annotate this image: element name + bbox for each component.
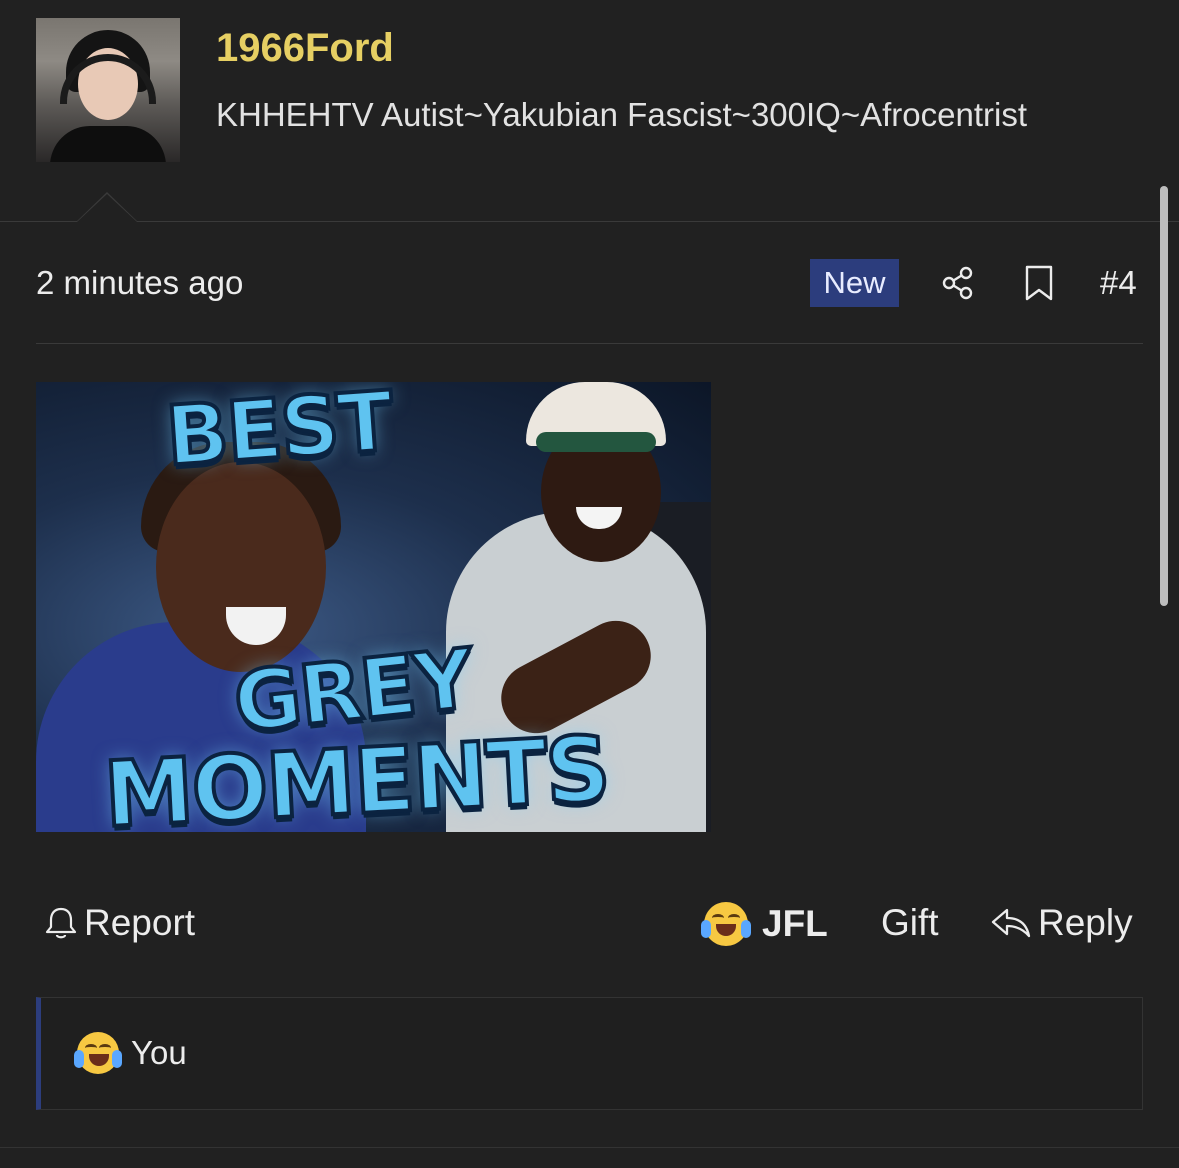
reactions-box: You	[36, 997, 1143, 1110]
reply-label: Reply	[1038, 902, 1133, 943]
reaction-item[interactable]: You	[74, 1032, 187, 1074]
post-bottom-divider	[0, 1147, 1179, 1148]
gift-button[interactable]: Gift	[881, 902, 939, 944]
user-avatar[interactable]	[36, 18, 180, 162]
post-number[interactable]: #4	[1100, 264, 1137, 302]
share-icon	[942, 266, 973, 300]
username[interactable]: 1966Ford	[216, 26, 394, 71]
image-text-best: BEST	[161, 382, 397, 487]
share-button[interactable]	[938, 263, 978, 303]
reaction-user-label: You	[131, 1034, 187, 1071]
joy-icon	[701, 902, 751, 946]
jfl-label: JFL	[762, 903, 828, 944]
post-meta-row: 2 minutes ago New #4	[36, 258, 1143, 308]
bell-icon	[45, 907, 77, 939]
post-image[interactable]: BEST GREY MOMENTS	[36, 382, 711, 832]
report-label: Report	[84, 902, 196, 943]
jfl-button[interactable]: JFL	[701, 902, 828, 946]
reply-icon	[991, 908, 1031, 938]
reply-button[interactable]: Reply	[990, 902, 1133, 944]
new-badge: New	[810, 259, 899, 307]
header-divider	[0, 221, 1179, 222]
post-actions: Report JFL Gift Reply	[36, 896, 1143, 952]
joy-icon	[74, 1032, 122, 1074]
scrollbar[interactable]	[1160, 186, 1168, 606]
post-timestamp[interactable]: 2 minutes ago	[36, 264, 243, 302]
gift-label: Gift	[881, 902, 939, 943]
post-header: 1966Ford KHHEHTV Autist~Yakubian Fascist…	[0, 0, 1179, 222]
meta-divider	[36, 343, 1143, 344]
bookmark-button[interactable]	[1019, 263, 1059, 303]
report-button[interactable]: Report	[44, 902, 195, 944]
user-title: KHHEHTV Autist~Yakubian Fascist~300IQ~Af…	[216, 96, 1027, 133]
bookmark-icon	[1025, 265, 1053, 301]
